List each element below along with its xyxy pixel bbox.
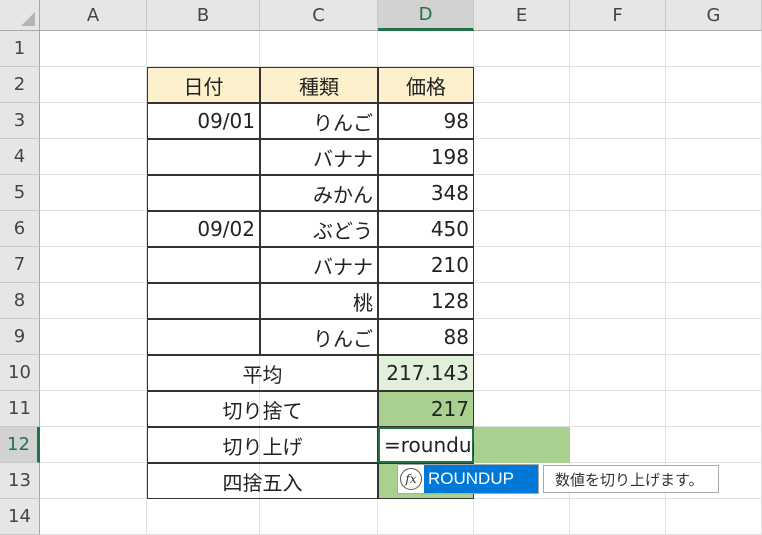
spreadsheet[interactable]: ABCDEFG 1 2 3 4 5 6 7 8 9 10 11 12 13 14 日付 種類 価格 09/01 り… bbox=[0, 0, 762, 535]
type-cell[interactable]: ぶどう bbox=[260, 211, 378, 247]
summary-value[interactable]: 217 bbox=[378, 391, 474, 427]
row-header-8[interactable]: 8 bbox=[0, 283, 40, 319]
type-cell[interactable]: りんご bbox=[260, 319, 378, 355]
summary-value[interactable]: 217.143 bbox=[378, 355, 474, 391]
column-header-f[interactable]: F bbox=[570, 0, 666, 31]
row-header-9[interactable]: 9 bbox=[0, 319, 40, 355]
row-header-12[interactable]: 12 bbox=[0, 427, 40, 463]
summary-label[interactable]: 四捨五入 bbox=[147, 463, 378, 499]
column-header-e[interactable]: E bbox=[474, 0, 570, 31]
row-header-4[interactable]: 4 bbox=[0, 139, 40, 175]
row-header-14[interactable]: 14 bbox=[0, 499, 40, 535]
price-cell[interactable]: 450 bbox=[378, 211, 474, 247]
price-cell[interactable]: 210 bbox=[378, 247, 474, 283]
price-cell[interactable]: 98 bbox=[378, 103, 474, 139]
header-price[interactable]: 価格 bbox=[378, 67, 474, 103]
autocomplete-item-label[interactable]: ROUNDUP bbox=[424, 465, 538, 493]
row-header-10[interactable]: 10 bbox=[0, 355, 40, 391]
row-header-2[interactable]: 2 bbox=[0, 67, 40, 103]
price-cell[interactable]: 198 bbox=[378, 139, 474, 175]
row-header-1[interactable]: 1 bbox=[0, 31, 40, 67]
formula-text: =roundup bbox=[384, 433, 485, 457]
row-header-11[interactable]: 11 bbox=[0, 391, 40, 427]
price-cell[interactable]: 128 bbox=[378, 283, 474, 319]
type-cell[interactable]: バナナ bbox=[260, 139, 378, 175]
summary-label[interactable]: 切り上げ bbox=[147, 427, 378, 463]
date-cell[interactable] bbox=[147, 139, 260, 175]
select-all-button[interactable] bbox=[0, 0, 40, 31]
price-cell[interactable]: 88 bbox=[378, 319, 474, 355]
column-header-a[interactable]: A bbox=[40, 0, 147, 31]
fx-icon: fx bbox=[398, 465, 424, 493]
select-all-triangle-icon bbox=[21, 12, 35, 26]
row-header-13[interactable]: 13 bbox=[0, 463, 40, 499]
header-type[interactable]: 種類 bbox=[260, 67, 378, 103]
header-date[interactable]: 日付 bbox=[147, 67, 260, 103]
type-cell[interactable]: みかん bbox=[260, 175, 378, 211]
date-cell[interactable]: 09/02 bbox=[147, 211, 260, 247]
row-header-6[interactable]: 6 bbox=[0, 211, 40, 247]
price-cell[interactable]: 348 bbox=[378, 175, 474, 211]
active-cell-editor[interactable]: =roundup bbox=[378, 427, 484, 463]
gridline bbox=[665, 31, 666, 535]
type-cell[interactable]: バナナ bbox=[260, 247, 378, 283]
column-header-b[interactable]: B bbox=[147, 0, 260, 31]
summary-label[interactable]: 平均 bbox=[147, 355, 378, 391]
column-header-g[interactable]: G bbox=[666, 0, 762, 31]
column-header-c[interactable]: C bbox=[260, 0, 378, 31]
date-cell[interactable] bbox=[147, 319, 260, 355]
row-header-7[interactable]: 7 bbox=[0, 247, 40, 283]
column-header-d[interactable]: D bbox=[378, 0, 474, 31]
date-cell[interactable] bbox=[147, 247, 260, 283]
editing-overflow-area bbox=[474, 427, 570, 463]
type-cell[interactable]: 桃 bbox=[260, 283, 378, 319]
autocomplete-item-roundup[interactable]: fx ROUNDUP bbox=[397, 464, 539, 494]
date-cell[interactable] bbox=[147, 175, 260, 211]
summary-label[interactable]: 切り捨て bbox=[147, 391, 378, 427]
date-cell[interactable]: 09/01 bbox=[147, 103, 260, 139]
row-header-5[interactable]: 5 bbox=[0, 175, 40, 211]
function-tooltip: 数値を切り上げます。 bbox=[543, 465, 719, 493]
date-cell[interactable] bbox=[147, 283, 260, 319]
row-header-3[interactable]: 3 bbox=[0, 103, 40, 139]
type-cell[interactable]: りんご bbox=[260, 103, 378, 139]
